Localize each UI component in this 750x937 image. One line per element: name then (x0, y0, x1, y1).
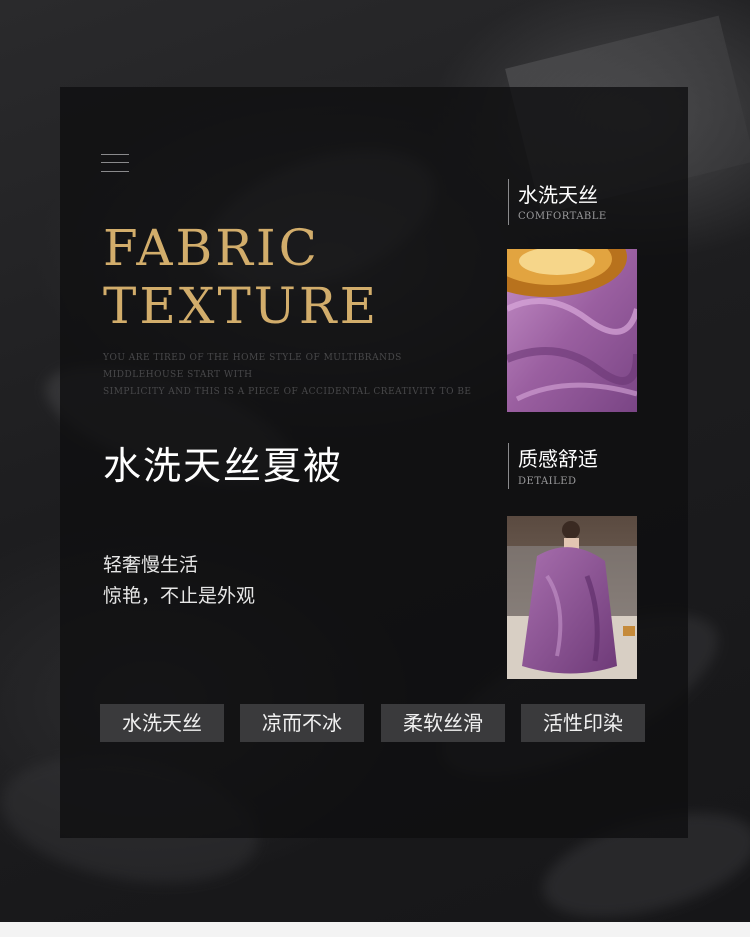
side-label-en: COMFORTABLE (518, 211, 607, 222)
bedroom-photo (507, 516, 637, 679)
side-label-en: DETAILED (518, 476, 577, 487)
side-label-cn: 水洗天丝 (518, 183, 598, 207)
title-line-2: TEXTURE (103, 277, 380, 335)
bottom-strip (0, 922, 750, 937)
feature-tag-washed-tencel: 水洗天丝 (100, 704, 224, 742)
fabric-closeup-photo (507, 249, 637, 412)
tagline-2: 惊艳，不止是外观 (103, 585, 256, 607)
side-label-cn: 质感舒适 (518, 447, 598, 471)
side-divider (508, 443, 509, 489)
menu-icon (101, 154, 129, 172)
subtext-line-1: YOU ARE TIRED OF THE HOME STYLE OF MULTI… (103, 353, 402, 380)
feature-tag-dyeing: 活性印染 (521, 704, 645, 742)
feature-tag-cool: 凉而不冰 (240, 704, 364, 742)
title-line-1: FABRIC (103, 219, 320, 277)
tagline-1: 轻奢慢生活 (103, 554, 199, 576)
subtext-line-2: SIMPLICITY AND THIS IS A PIECE OF ACCIDE… (103, 387, 472, 397)
feature-tag-soft: 柔软丝滑 (381, 704, 505, 742)
english-subtext: YOU ARE TIRED OF THE HOME STYLE OF MULTI… (103, 350, 473, 401)
product-heading: 水洗天丝夏被 (103, 446, 344, 488)
side-divider (508, 179, 509, 225)
